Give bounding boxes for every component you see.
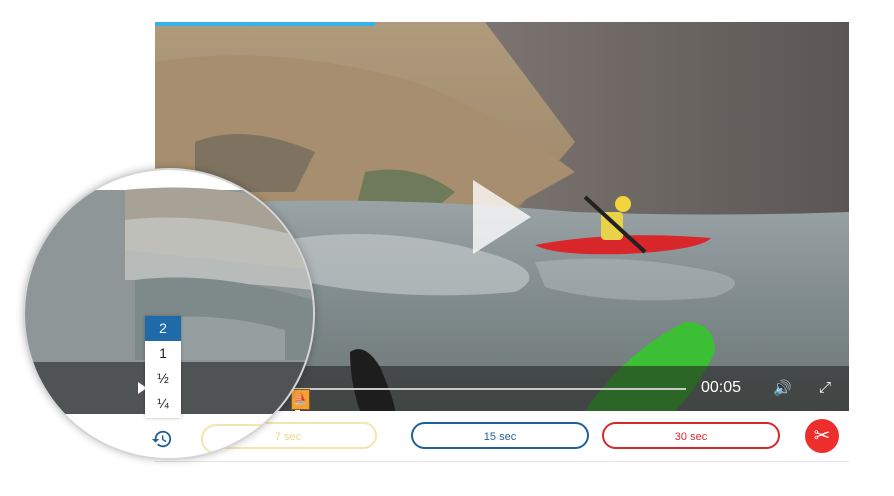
skip-15-button[interactable]: 15 sec: [411, 422, 589, 449]
playback-speed-menu: 2 1 ½ ¼: [145, 316, 181, 418]
fullscreen-icon[interactable]: ⤢: [819, 380, 831, 395]
scissors-icon[interactable]: ✂: [805, 419, 839, 453]
magnified-skip-7-button[interactable]: 7 sec: [201, 424, 313, 454]
volume-icon[interactable]: 🔊: [773, 381, 792, 396]
speed-option-quarter[interactable]: ¼: [145, 391, 181, 416]
play-overlay-icon[interactable]: [473, 180, 531, 254]
skip-30-button[interactable]: 30 sec: [602, 422, 780, 449]
top-highlight-bar: [155, 22, 375, 26]
speed-option-2[interactable]: 2: [145, 316, 181, 341]
magnifier-lens: 2 1 ½ ¼ 7 sec: [23, 168, 315, 460]
time-display: 00:05: [701, 379, 742, 396]
speed-option-1[interactable]: 1: [145, 341, 181, 366]
history-icon[interactable]: [151, 428, 173, 450]
speed-option-half[interactable]: ½: [145, 366, 181, 391]
